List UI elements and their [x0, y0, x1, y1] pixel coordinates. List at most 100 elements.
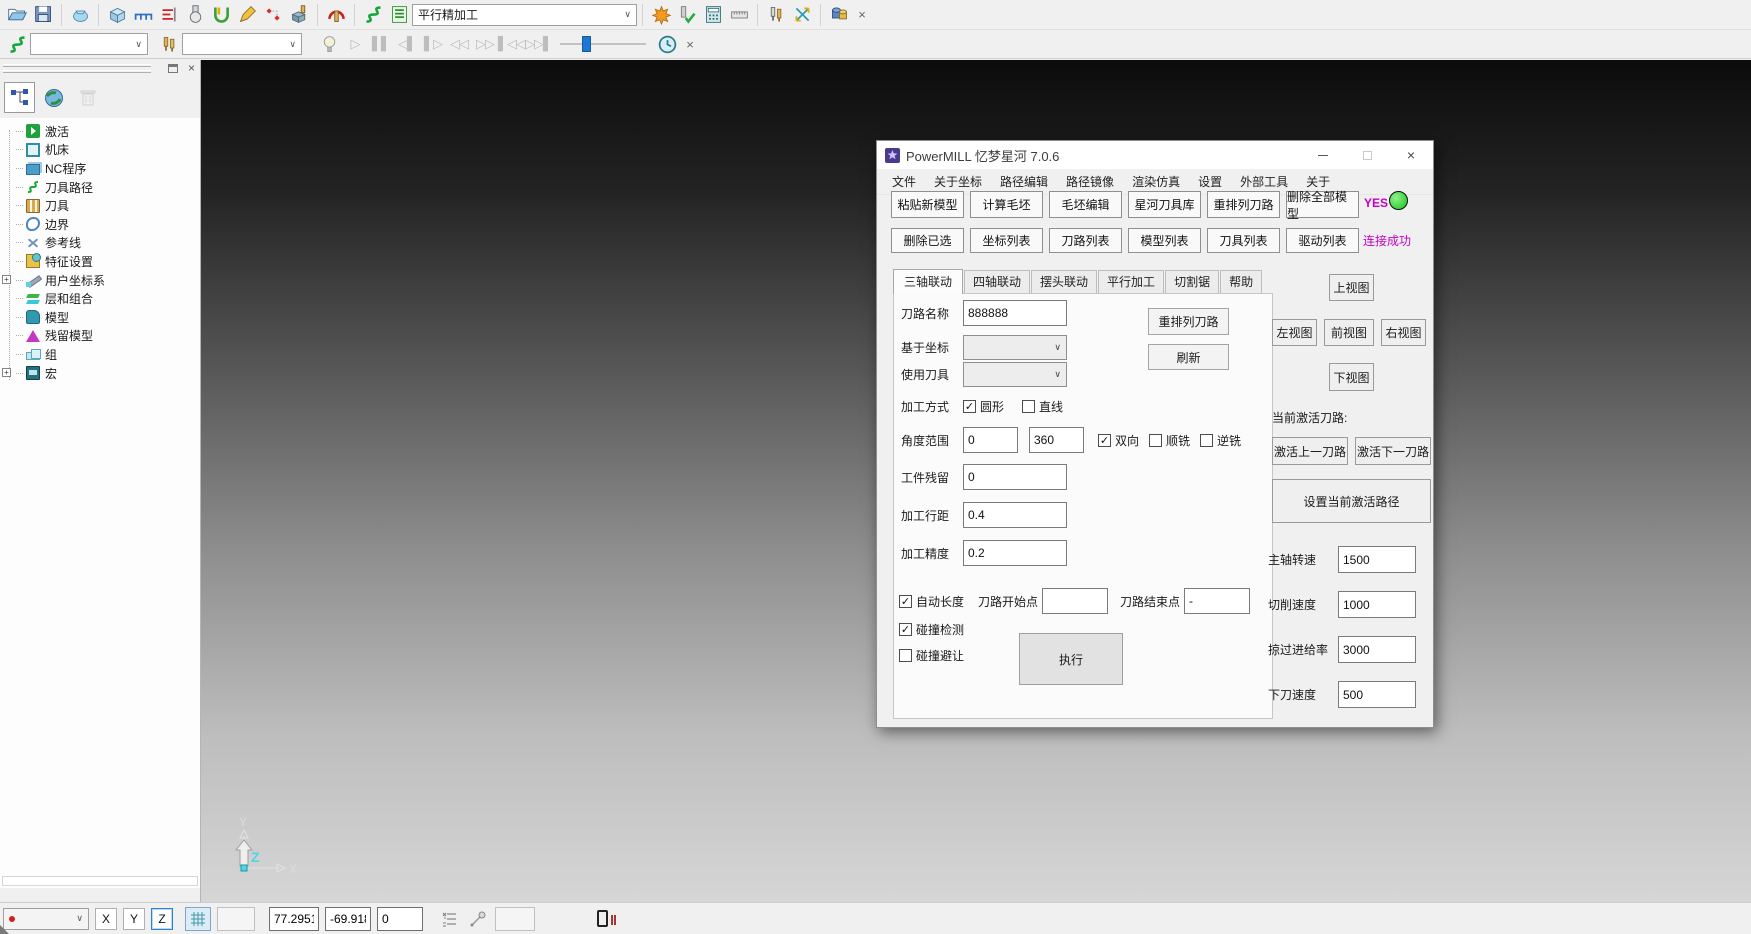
simulation-clock-button[interactable]	[654, 31, 680, 57]
axis-y-button[interactable]: Y	[123, 908, 145, 930]
refresh-button[interactable]: 刷新	[1148, 344, 1229, 370]
block-edit-button[interactable]: 毛坯编辑	[1049, 191, 1122, 218]
sim-tool-button[interactable]	[156, 31, 182, 57]
toolpath-name-input[interactable]	[963, 300, 1067, 326]
feed-rate-button[interactable]	[130, 2, 156, 28]
toolpath-button[interactable]	[360, 2, 386, 28]
tree-item-levels-and-sets[interactable]: 层和组合	[0, 289, 200, 308]
calculator-button[interactable]	[700, 2, 726, 28]
model-button[interactable]	[67, 2, 93, 28]
status-combobox[interactable]: ∨	[3, 908, 89, 930]
toolbar-close-button[interactable]: ×	[852, 7, 872, 22]
nc-program-list-button[interactable]	[386, 2, 412, 28]
model-list-button[interactable]: 模型列表	[1128, 228, 1201, 253]
tab-explorer-tree[interactable]	[4, 82, 35, 113]
resize-grip[interactable]	[0, 925, 9, 934]
delete-selected-button[interactable]: 删除已选	[891, 228, 964, 253]
block-button[interactable]	[104, 2, 130, 28]
panel-grip[interactable]	[3, 64, 151, 67]
fast-forward-button[interactable]: ▷▷	[472, 37, 498, 52]
play-button[interactable]: ▷	[342, 37, 368, 52]
menu-render-sim[interactable]: 渲染仿真	[1123, 173, 1189, 190]
circle-checkbox[interactable]: ✓圆形	[963, 398, 1004, 415]
angle-from-input[interactable]	[963, 427, 1018, 453]
menu-settings[interactable]: 设置	[1189, 173, 1231, 190]
maximize-button[interactable]	[1345, 141, 1389, 169]
tree-item-tools[interactable]: 刀具	[0, 196, 200, 215]
tree-item-patterns[interactable]: 参考线	[0, 234, 200, 253]
panel-float-icon[interactable]	[168, 64, 178, 73]
strategy-combobox[interactable]: 平行精加工 ∨	[412, 4, 637, 26]
xyz-list-button[interactable]	[439, 908, 461, 930]
boundary-uv-button[interactable]	[208, 2, 234, 28]
left-view-button[interactable]: 左视图	[1272, 319, 1317, 346]
tab-world-view[interactable]	[38, 82, 69, 113]
tree-horizontal-scrollbar[interactable]	[2, 876, 198, 886]
axis-z-button[interactable]: Z	[151, 908, 173, 930]
cutting-feed-input[interactable]	[1338, 591, 1416, 618]
menu-path-edit[interactable]: 路径编辑	[991, 173, 1057, 190]
climb-checkbox[interactable]: 顺铣	[1149, 432, 1190, 449]
start-point-input[interactable]	[1042, 588, 1108, 614]
slider-handle[interactable]	[582, 36, 591, 52]
skim-feed-input[interactable]	[1338, 636, 1416, 663]
go-to-start-button[interactable]: ▌◁◁	[498, 37, 525, 52]
highlight-button[interactable]	[316, 31, 342, 57]
menu-path-mirror[interactable]: 路径镜像	[1057, 173, 1123, 190]
reorder-toolpaths-button[interactable]: 重排列刀路	[1207, 191, 1280, 218]
tab-saw[interactable]: 切割锯	[1165, 270, 1219, 293]
tool-holder-button[interactable]	[323, 2, 349, 28]
points-button[interactable]	[260, 2, 286, 28]
axis-x-button[interactable]: X	[95, 908, 117, 930]
device-rotate-icon[interactable]	[597, 910, 608, 927]
coordinate-x-input[interactable]	[269, 907, 319, 931]
step-back-button[interactable]: ◁▌	[394, 37, 420, 52]
toolpath-select-button[interactable]	[4, 31, 30, 57]
tab-parallel[interactable]: 平行加工	[1098, 270, 1164, 293]
tree-item-models[interactable]: 模型	[0, 308, 200, 327]
menu-file[interactable]: 文件	[883, 173, 925, 190]
grid-snap-button[interactable]	[185, 907, 211, 931]
expand-toggle[interactable]: +	[2, 275, 11, 284]
coordinate-z-input[interactable]	[377, 907, 423, 931]
rewind-button[interactable]: ◁◁	[446, 37, 472, 52]
tree-item-feature-sets[interactable]: 特征设置	[0, 252, 200, 271]
simulation-speed-slider[interactable]	[560, 34, 646, 54]
bidirectional-checkbox[interactable]: ✓双向	[1098, 432, 1139, 449]
top-view-button[interactable]: 上视图	[1329, 274, 1374, 301]
tolerance-input[interactable]	[963, 540, 1067, 566]
pattern-edit-button[interactable]	[234, 2, 260, 28]
activate-next-toolpath-button[interactable]: 激活下一刀路	[1355, 437, 1431, 465]
close-button[interactable]: ×	[1389, 141, 1433, 169]
tree-item-boundaries[interactable]: 边界	[0, 215, 200, 234]
compare-models-button[interactable]	[826, 2, 852, 28]
tree-item-nc-programs[interactable]: NC程序	[0, 159, 200, 178]
go-to-end-button[interactable]: ▷▷▌	[525, 37, 552, 52]
tab-recycle-bin[interactable]	[72, 82, 103, 113]
calc-block-button[interactable]: 计算毛坯	[970, 191, 1043, 218]
right-view-button[interactable]: 右视图	[1381, 319, 1426, 346]
bottom-view-button[interactable]: 下视图	[1329, 363, 1374, 391]
tree-item-workplanes[interactable]: +用户坐标系	[0, 271, 200, 290]
delete-all-models-button[interactable]: 删除全部模型	[1286, 191, 1359, 218]
tree-item-machines[interactable]: 机床	[0, 141, 200, 160]
front-view-button[interactable]: 前视图	[1324, 319, 1374, 346]
spindle-speed-input[interactable]	[1338, 546, 1416, 573]
tree-item-macros[interactable]: +宏	[0, 364, 200, 383]
tool-list-button[interactable]: 刀具列表	[1207, 228, 1280, 253]
tree-item-groups[interactable]: 组	[0, 345, 200, 364]
tab-help[interactable]: 帮助	[1220, 270, 1262, 293]
tree-item-toolpaths[interactable]: 刀具路径	[0, 178, 200, 197]
collision-check-checkbox[interactable]: ✓碰撞检测	[899, 621, 964, 638]
use-tool-combobox[interactable]: ∨	[963, 362, 1067, 387]
stock-remain-input[interactable]	[963, 464, 1067, 490]
ball-tool-button[interactable]	[182, 2, 208, 28]
rapid-heights-button[interactable]	[156, 2, 182, 28]
plunge-feed-input[interactable]	[1338, 681, 1416, 708]
stepover-input[interactable]	[963, 502, 1067, 528]
menu-about-coords[interactable]: 关于坐标	[925, 173, 991, 190]
star-tool-button[interactable]	[648, 2, 674, 28]
panel-close-button[interactable]: ×	[188, 61, 195, 75]
execute-button[interactable]: 执行	[1019, 633, 1123, 685]
minimize-button[interactable]	[1301, 141, 1345, 169]
